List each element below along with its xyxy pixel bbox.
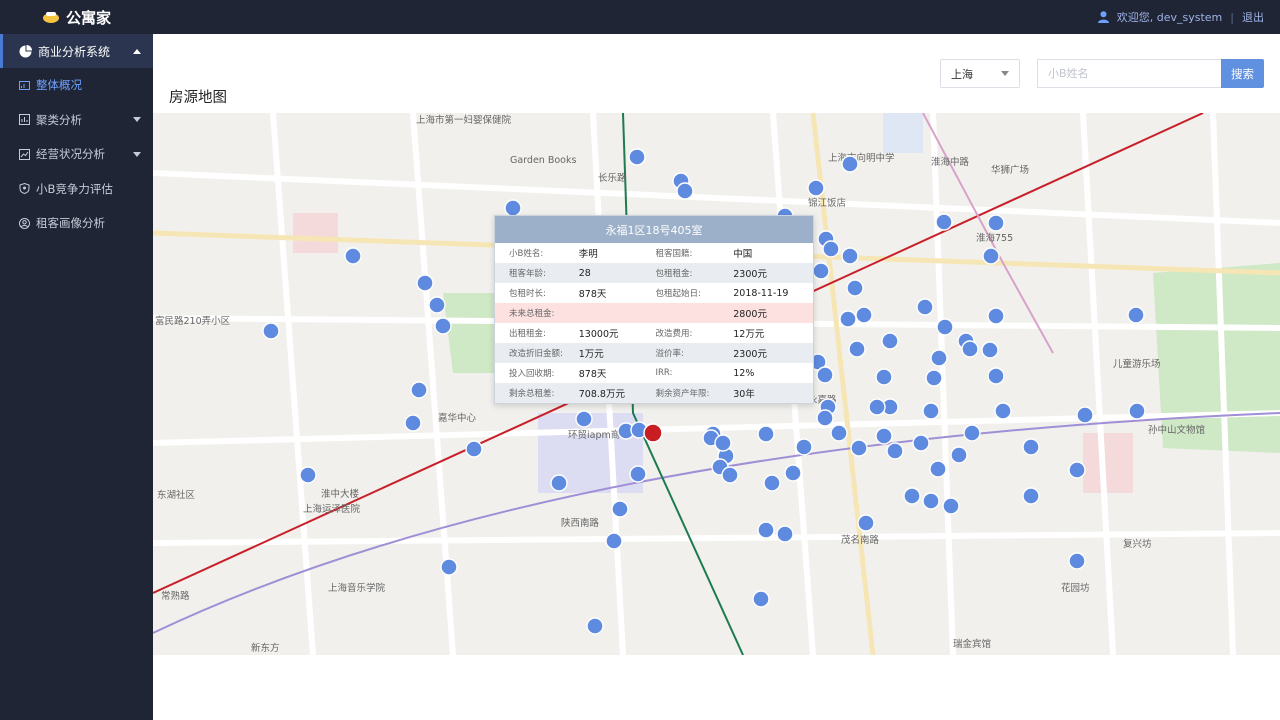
sidebar-item-label: 聚类分析 [36, 112, 82, 127]
sidebar-item-competitiveness[interactable]: 小B竞争力评估 [0, 172, 153, 207]
sidebar-group-business-analysis[interactable]: 商业分析系统 [0, 34, 153, 68]
chevron-down-icon [133, 151, 141, 157]
svg-text:华狮广场: 华狮广场 [991, 164, 1029, 176]
sidebar-item-label: 小B竞争力评估 [36, 181, 113, 196]
svg-text:淮海中路: 淮海中路 [931, 156, 970, 168]
top-bar: 公寓家 欢迎您, dev_system | 退出 [0, 0, 1280, 34]
property-info-popup: 永福1区18号405室 小B姓名: 李明 租客国籍: 中国 租客年龄: 28 包… [494, 215, 814, 404]
sidebar-item-label: 经营状况分析 [36, 147, 105, 162]
pie-chart-icon [19, 44, 32, 57]
user-icon [1097, 11, 1109, 23]
popup-row: 出租租金: 13000元 改造费用: 12万元 [509, 329, 765, 340]
svg-text:长乐路: 长乐路 [598, 172, 627, 184]
svg-text:常熟路: 常熟路 [161, 590, 190, 602]
sidebar: 商业分析系统 整体概况 聚类分析 经营状况分析 小B竞争力评估 租客画像分析 [0, 34, 153, 720]
svg-text:瑞金宾馆: 瑞金宾馆 [953, 638, 991, 650]
sidebar-item-overview[interactable]: 整体概况 [0, 68, 153, 103]
svg-text:锦江饭店: 锦江饭店 [808, 197, 846, 209]
sidebar-item-label: 租客画像分析 [36, 216, 105, 231]
brand-name: 公寓家 [65, 8, 111, 27]
city-select[interactable]: 上海 [940, 59, 1020, 88]
brand-logo-icon [42, 12, 59, 23]
popup-row: 租客年龄: 28 包租租金: 2300元 [495, 263, 813, 283]
popup-row: 剩余总租差: 708.8万元 剩余资产年限: 30年 [495, 383, 813, 403]
city-select-value: 上海 [951, 67, 973, 81]
chevron-up-icon [133, 48, 141, 54]
user-circle-icon [19, 217, 30, 229]
logout-link[interactable]: 退出 [1242, 9, 1264, 25]
svg-text:富民路210弄小区: 富民路210弄小区 [155, 315, 231, 327]
main-content: 房源地图 上海 搜索 [153, 34, 1280, 720]
svg-text:儿童游乐场: 儿童游乐场 [1113, 358, 1161, 370]
sidebar-item-operation-analysis[interactable]: 经营状况分析 [0, 137, 153, 172]
content-footer [153, 655, 1280, 720]
chevron-down-icon [133, 117, 141, 123]
svg-text:上海音乐学院: 上海音乐学院 [328, 582, 386, 594]
line-chart-icon [19, 148, 30, 160]
popup-row-highlight: 未来总租金: 2800元 [495, 303, 813, 323]
svg-text:Garden Books: Garden Books [510, 155, 576, 166]
svg-text:上海运泽医院: 上海运泽医院 [303, 503, 361, 515]
property-map[interactable]: 环贸iapm商场 陕西南路 永嘉路 淮海中路 长乐路 华狮广场 上海音乐学院 嘉… [153, 113, 1280, 655]
page-title: 房源地图 [169, 90, 227, 106]
sidebar-item-label: 整体概况 [36, 78, 82, 93]
user-area: 欢迎您, dev_system | 退出 [1097, 0, 1264, 34]
svg-text:新东方: 新东方 [251, 642, 280, 654]
dashboard-icon [19, 80, 30, 90]
svg-text:茂名南路: 茂名南路 [841, 534, 880, 546]
brand[interactable]: 公寓家 [0, 0, 153, 34]
bar-chart-icon [19, 114, 30, 126]
popup-row: 包租时长: 878天 包租起始日: 2018-11-19 [509, 287, 789, 301]
shield-icon [19, 183, 30, 195]
svg-text:复兴坊: 复兴坊 [1123, 538, 1152, 550]
welcome-text: 欢迎您, dev_system [1116, 11, 1223, 24]
svg-text:上海市向明中学: 上海市向明中学 [828, 152, 895, 164]
sidebar-item-cluster-analysis[interactable]: 聚类分析 [0, 103, 153, 138]
popup-row: 小B姓名: 李明 租客国籍: 中国 [509, 249, 753, 260]
popup-row: 改造折旧金额: 1万元 溢价率: 2300元 [495, 343, 813, 363]
svg-text:花园坊: 花园坊 [1061, 582, 1090, 594]
search-button[interactable]: 搜索 [1221, 59, 1264, 88]
svg-text:陕西南路: 陕西南路 [561, 517, 600, 529]
svg-text:淮中大楼: 淮中大楼 [321, 488, 360, 500]
landlord-name-input[interactable] [1037, 59, 1221, 88]
svg-text:嘉华中心: 嘉华中心 [438, 412, 477, 424]
sidebar-item-tenant-profile[interactable]: 租客画像分析 [0, 206, 153, 241]
svg-text:上海市第一妇婴保健院: 上海市第一妇婴保健院 [416, 114, 512, 126]
svg-text:孙中山文物馆: 孙中山文物馆 [1148, 424, 1205, 436]
svg-text:淮海755: 淮海755 [976, 232, 1013, 244]
svg-text:东湖社区: 东湖社区 [157, 489, 196, 501]
header-divider: | [1230, 10, 1234, 24]
selected-property-marker[interactable] [643, 423, 663, 443]
popup-title: 永福1区18号405室 [495, 216, 813, 243]
popup-row: 投入回收期: 878天 IRR: 12% [509, 367, 755, 381]
sidebar-group-label: 商业分析系统 [38, 44, 111, 59]
chevron-down-icon [1001, 71, 1009, 76]
